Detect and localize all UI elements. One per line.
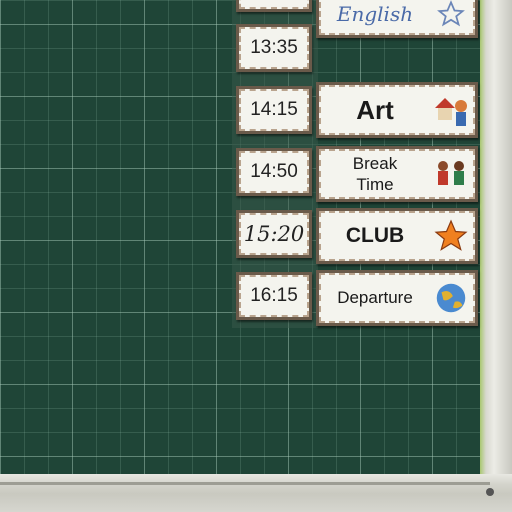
subject-card-art: Art — [316, 82, 478, 138]
subject-card-break: Break Time — [316, 146, 478, 202]
star-icon — [431, 0, 471, 34]
subject-label-departure: Departure — [337, 288, 413, 307]
subject-card-club: CLUB — [316, 208, 478, 264]
subject-label-club: CLUB — [345, 224, 405, 247]
time-card: 14:50 — [236, 148, 312, 196]
subject-card-departure: Departure — [316, 270, 478, 326]
time-label: 16:15 — [250, 285, 298, 306]
frame-screw — [486, 488, 494, 496]
time-label: 13:35 — [250, 37, 298, 58]
subject-label-art: Art — [356, 94, 394, 125]
star-icon — [431, 216, 471, 256]
time-label: 14:15 — [250, 99, 298, 120]
subject-card-english: English — [316, 0, 478, 38]
subject-label-break-line1: Break — [352, 154, 398, 173]
board-frame-right — [480, 0, 512, 512]
time-card-partial — [236, 0, 312, 12]
time-card: 16:15 — [236, 272, 312, 320]
house-icon — [431, 90, 471, 130]
children-icon — [431, 154, 471, 194]
subject-label-english: English — [336, 2, 414, 26]
globe-icon — [431, 278, 471, 318]
time-label: 14:50 — [250, 161, 298, 182]
time-card: 13:35 — [236, 24, 312, 72]
time-label: 15:20 — [243, 222, 305, 246]
time-card: 14:15 — [236, 86, 312, 134]
subject-label-break-line2: Time — [356, 175, 394, 194]
board-frame-bottom — [0, 474, 512, 512]
time-card: 15:20 — [236, 210, 312, 258]
